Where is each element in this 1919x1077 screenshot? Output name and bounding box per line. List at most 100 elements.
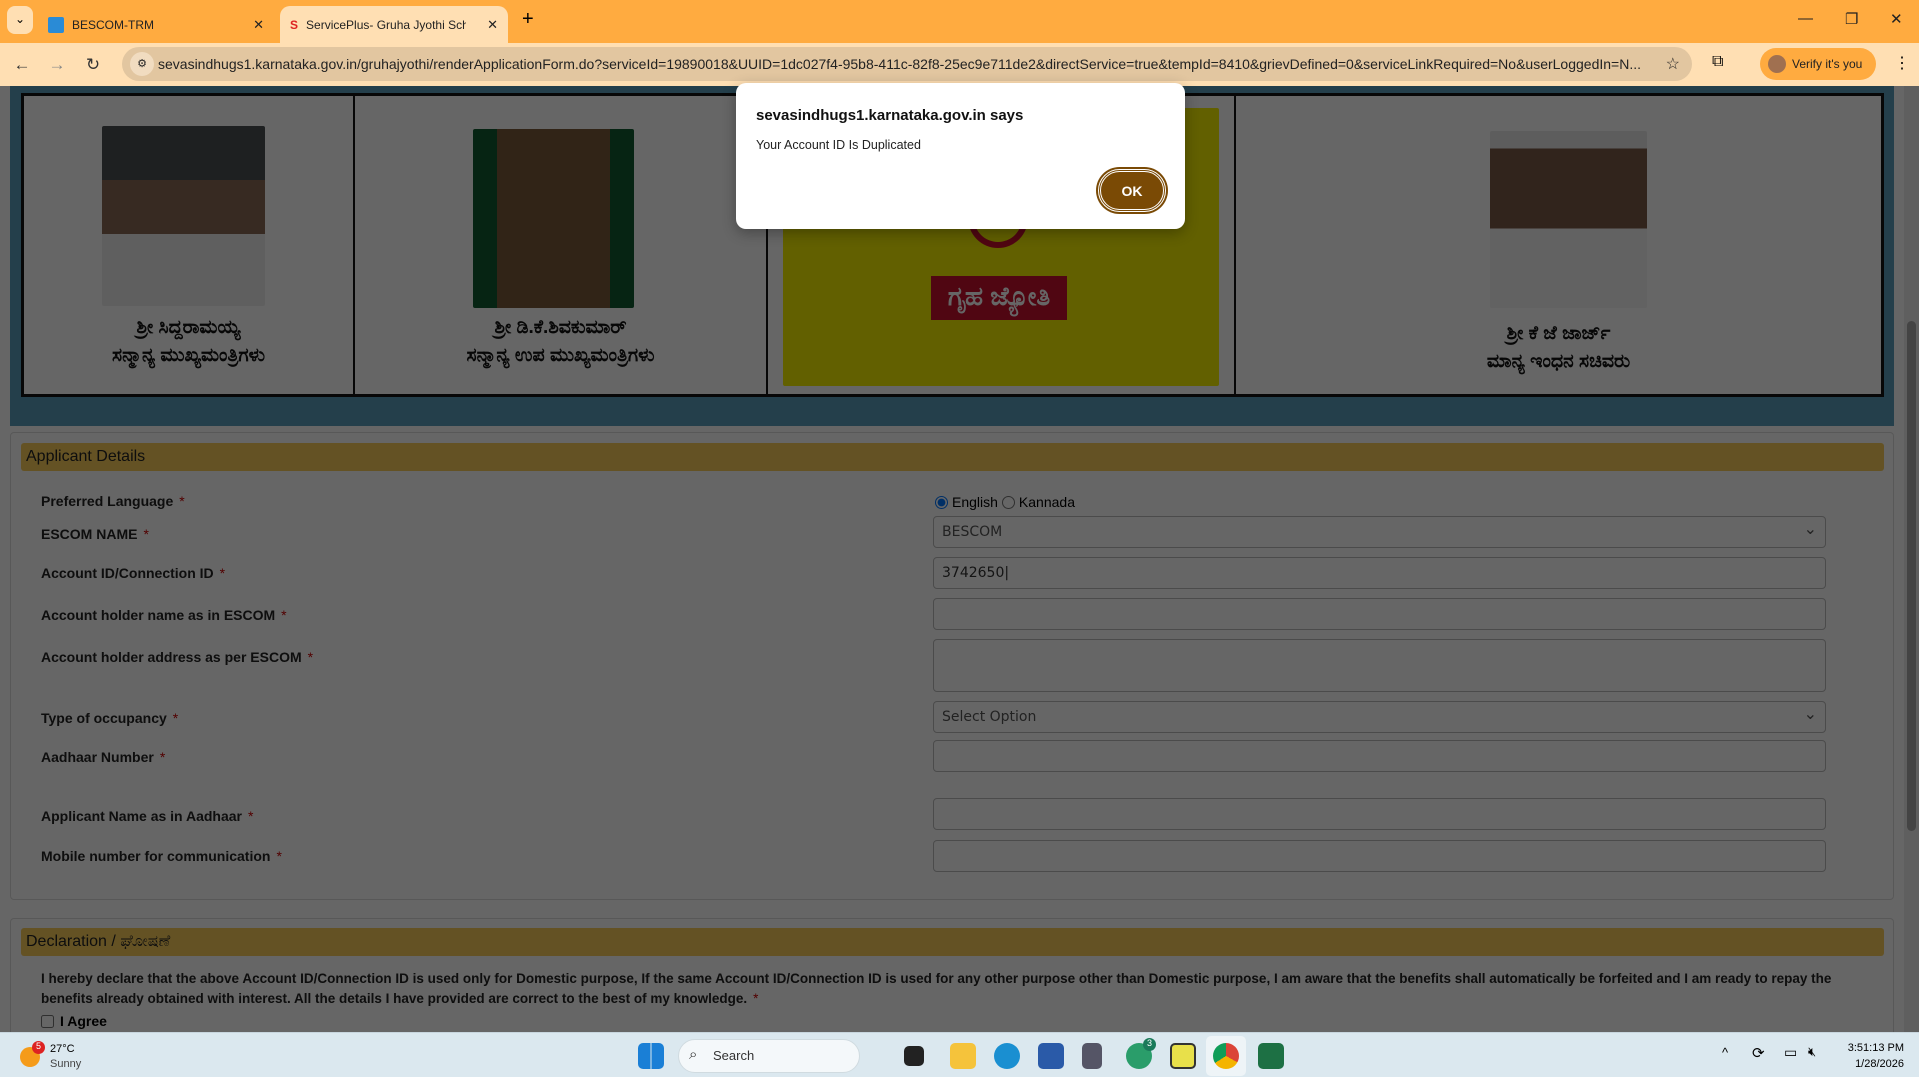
aadhaar-name-input[interactable] <box>933 798 1826 830</box>
holder-address-label: Account holder address as per ESCOM * <box>41 649 314 665</box>
tab-serviceplus[interactable]: S ServicePlus- Gruha Jyothi Scheme ✕ <box>280 6 508 43</box>
declaration-text: I hereby declare that the above Account … <box>41 971 1832 1006</box>
kannada-radio[interactable] <box>1001 495 1015 509</box>
edge-icon[interactable] <box>994 1043 1020 1069</box>
preferred-language-label: Preferred Language * <box>41 493 185 509</box>
back-icon[interactable]: ← <box>8 51 36 79</box>
aadhaar-name-label: Applicant Name as in Aadhaar * <box>41 808 254 824</box>
start-icon[interactable] <box>638 1043 664 1069</box>
tab-title: ServicePlus- Gruha Jyothi Scheme <box>306 17 467 32</box>
browser-menu-icon[interactable]: ⋮ <box>1894 53 1910 73</box>
banner-cell-minister: ಶ್ರೀ ಕೆ ಜೆ ಜಾರ್ಜ್ ಮಾನ್ಯ ಇಂಧನ ಸಚಿವರು <box>1236 96 1881 394</box>
minimize-icon[interactable]: — <box>1798 10 1813 27</box>
clock-date: 1/28/2026 <box>1855 1058 1904 1070</box>
volume-muted-icon[interactable]: 🔇︎ <box>1808 1044 1816 1060</box>
profile-button[interactable]: Verify it's you <box>1760 48 1876 80</box>
holder-name-input[interactable] <box>933 598 1826 630</box>
person-name: ಶ್ರೀ ಡಿ.ಕೆ.ಶಿವಕುಮಾರ್ <box>494 317 627 338</box>
avatar <box>1768 55 1786 73</box>
close-window-icon[interactable]: ✕ <box>1890 10 1903 28</box>
language-radio-group: English Kannada <box>935 494 1075 510</box>
browser-toolbar: ← → ↻ ⚙ sevasindhugs1.karnataka.gov.in/g… <box>0 43 1919 86</box>
search-icon: ⌕ <box>689 1046 698 1063</box>
taskbar: 5 27°C Sunny ⌕ Search 3 ^ ⟳ ▭ 🔇︎ 3:51:13 … <box>0 1032 1919 1077</box>
whatsapp-badge: 3 <box>1143 1038 1156 1051</box>
clock[interactable]: 3:51:13 PM 1/28/2026 <box>1836 1040 1904 1072</box>
task-view-icon[interactable] <box>904 1046 924 1066</box>
mobile-input[interactable] <box>933 840 1826 872</box>
weather-widget[interactable]: 5 27°C Sunny <box>18 1041 128 1073</box>
deputy-cm-photo <box>473 129 634 308</box>
close-tab-icon[interactable]: ✕ <box>253 17 264 33</box>
alert-dialog: sevasindhugs1.karnataka.gov.in says Your… <box>736 83 1185 229</box>
page-scrollbar[interactable] <box>1904 86 1919 1032</box>
search-box[interactable]: ⌕ Search <box>678 1039 860 1073</box>
bescom-favicon-icon <box>48 16 64 33</box>
extensions-icon[interactable]: ⧉ <box>1712 53 1723 71</box>
calculator-icon[interactable] <box>1082 1043 1102 1069</box>
radio-label: Kannada <box>1018 494 1075 510</box>
radio-label: English <box>952 494 998 510</box>
excel-icon[interactable] <box>1258 1043 1284 1069</box>
chrome-taskbar-button[interactable] <box>1206 1036 1246 1076</box>
tab-title: BESCOM-TRM <box>72 17 154 32</box>
holder-name-label: Account holder name as in ESCOM * <box>41 607 287 623</box>
account-id-label: Account ID/Connection ID * <box>41 565 226 581</box>
occupancy-select[interactable]: Select Option <box>933 701 1826 733</box>
forward-icon[interactable]: → <box>43 51 71 79</box>
tab-search-button[interactable]: ⌄ <box>7 6 33 34</box>
tab-bescom[interactable]: BESCOM-TRM ✕ <box>38 6 274 43</box>
agree-row: I Agree <box>41 1013 107 1029</box>
chief-minister-photo <box>102 126 265 306</box>
serviceplus-favicon-icon: S <box>290 17 299 32</box>
new-tab-button[interactable]: + <box>522 8 534 31</box>
clock-time: 3:51:13 PM <box>1847 1042 1904 1054</box>
url-text: sevasindhugs1.karnataka.gov.in/gruhajyot… <box>158 56 1641 72</box>
profile-label: Verify it's you <box>1792 57 1863 71</box>
english-radio[interactable] <box>935 495 948 509</box>
section-heading: Applicant Details <box>21 443 1884 471</box>
person-title: ಸನ್ಮಾನ್ಯ ಉಪ ಮುಖ್ಯಮಂತ್ರಿಗಳು <box>466 345 655 366</box>
aadhaar-label: Aadhaar Number * <box>41 749 166 765</box>
store-icon[interactable] <box>1038 1043 1064 1069</box>
applicant-details-panel: Applicant Details Preferred Language * En… <box>10 432 1894 900</box>
banner-cell-cm: ಶ್ರೀ ಸಿದ್ದರಾಮಯ್ಯ ಸನ್ಮಾನ್ಯ ಮುಖ್ಯಮಂತ್ರಿಗಳು <box>24 96 355 394</box>
agree-checkbox[interactable] <box>41 1014 54 1028</box>
sync-icon[interactable]: ⟳ <box>1752 1044 1765 1062</box>
escom-select[interactable]: BESCOM <box>933 516 1826 548</box>
file-explorer-icon[interactable] <box>950 1043 976 1069</box>
agree-label: I Agree <box>60 1013 107 1029</box>
aadhaar-input[interactable] <box>933 740 1826 772</box>
declaration-panel: Declaration / ಘೋಷಣೆ I hereby declare tha… <box>10 918 1894 1032</box>
close-tab-icon[interactable]: ✕ <box>487 17 498 33</box>
tray-overflow-icon[interactable]: ^ <box>1722 1045 1728 1060</box>
search-placeholder: Search <box>713 1048 755 1063</box>
network-icon[interactable]: ▭ <box>1784 1044 1797 1061</box>
restore-icon[interactable]: ❐ <box>1845 10 1858 28</box>
reload-icon[interactable]: ↻ <box>79 51 107 79</box>
scrollbar-thumb[interactable] <box>1907 321 1916 831</box>
weather-desc: Sunny <box>50 1058 82 1070</box>
person-title: ಸನ್ಮಾನ್ಯ ಮುಖ್ಯಮಂತ್ರಿಗಳು <box>112 345 265 366</box>
dialog-message: Your Account ID Is Duplicated <box>756 138 921 152</box>
chrome-icon <box>1213 1043 1239 1069</box>
site-info-icon[interactable]: ⚙ <box>130 52 154 76</box>
tab-strip: ⌄ BESCOM-TRM ✕ S ServicePlus- Gruha Jyot… <box>0 0 1919 43</box>
person-name: ಶ್ರೀ ಕೆ ಜೆ ಜಾರ್ಜ್ <box>1506 323 1611 344</box>
logo-text: ಗೃಹ ಜ್ಯೋತಿ <box>931 276 1067 320</box>
account-id-input[interactable]: 3742650| <box>933 557 1826 589</box>
weather-temp: 27°C <box>50 1043 75 1055</box>
whatsapp-icon[interactable]: 3 <box>1126 1038 1156 1069</box>
notes-app-icon[interactable] <box>1170 1043 1196 1069</box>
dialog-title: sevasindhugs1.karnataka.gov.in says <box>756 107 1024 124</box>
holder-address-textarea[interactable] <box>933 639 1826 692</box>
address-bar[interactable]: ⚙ sevasindhugs1.karnataka.gov.in/gruhajy… <box>122 47 1692 81</box>
banner-cell-dcm: ಶ್ರೀ ಡಿ.ಕೆ.ಶಿವಕುಮಾರ್ ಸನ್ಮಾನ್ಯ ಉಪ ಮುಖ್ಯಮಂ… <box>355 96 768 394</box>
energy-minister-photo <box>1490 131 1647 308</box>
bookmark-star-icon[interactable]: ☆ <box>1666 54 1680 74</box>
weather-badge: 5 <box>32 1041 45 1054</box>
occupancy-label: Type of occupancy * <box>41 710 179 726</box>
person-title: ಮಾನ್ಯ ಇಂಧನ ಸಚಿವರು <box>1486 351 1631 372</box>
person-name: ಶ್ರೀ ಸಿದ್ದರಾಮಯ್ಯ <box>136 317 241 338</box>
ok-button[interactable]: OK <box>1098 169 1166 212</box>
